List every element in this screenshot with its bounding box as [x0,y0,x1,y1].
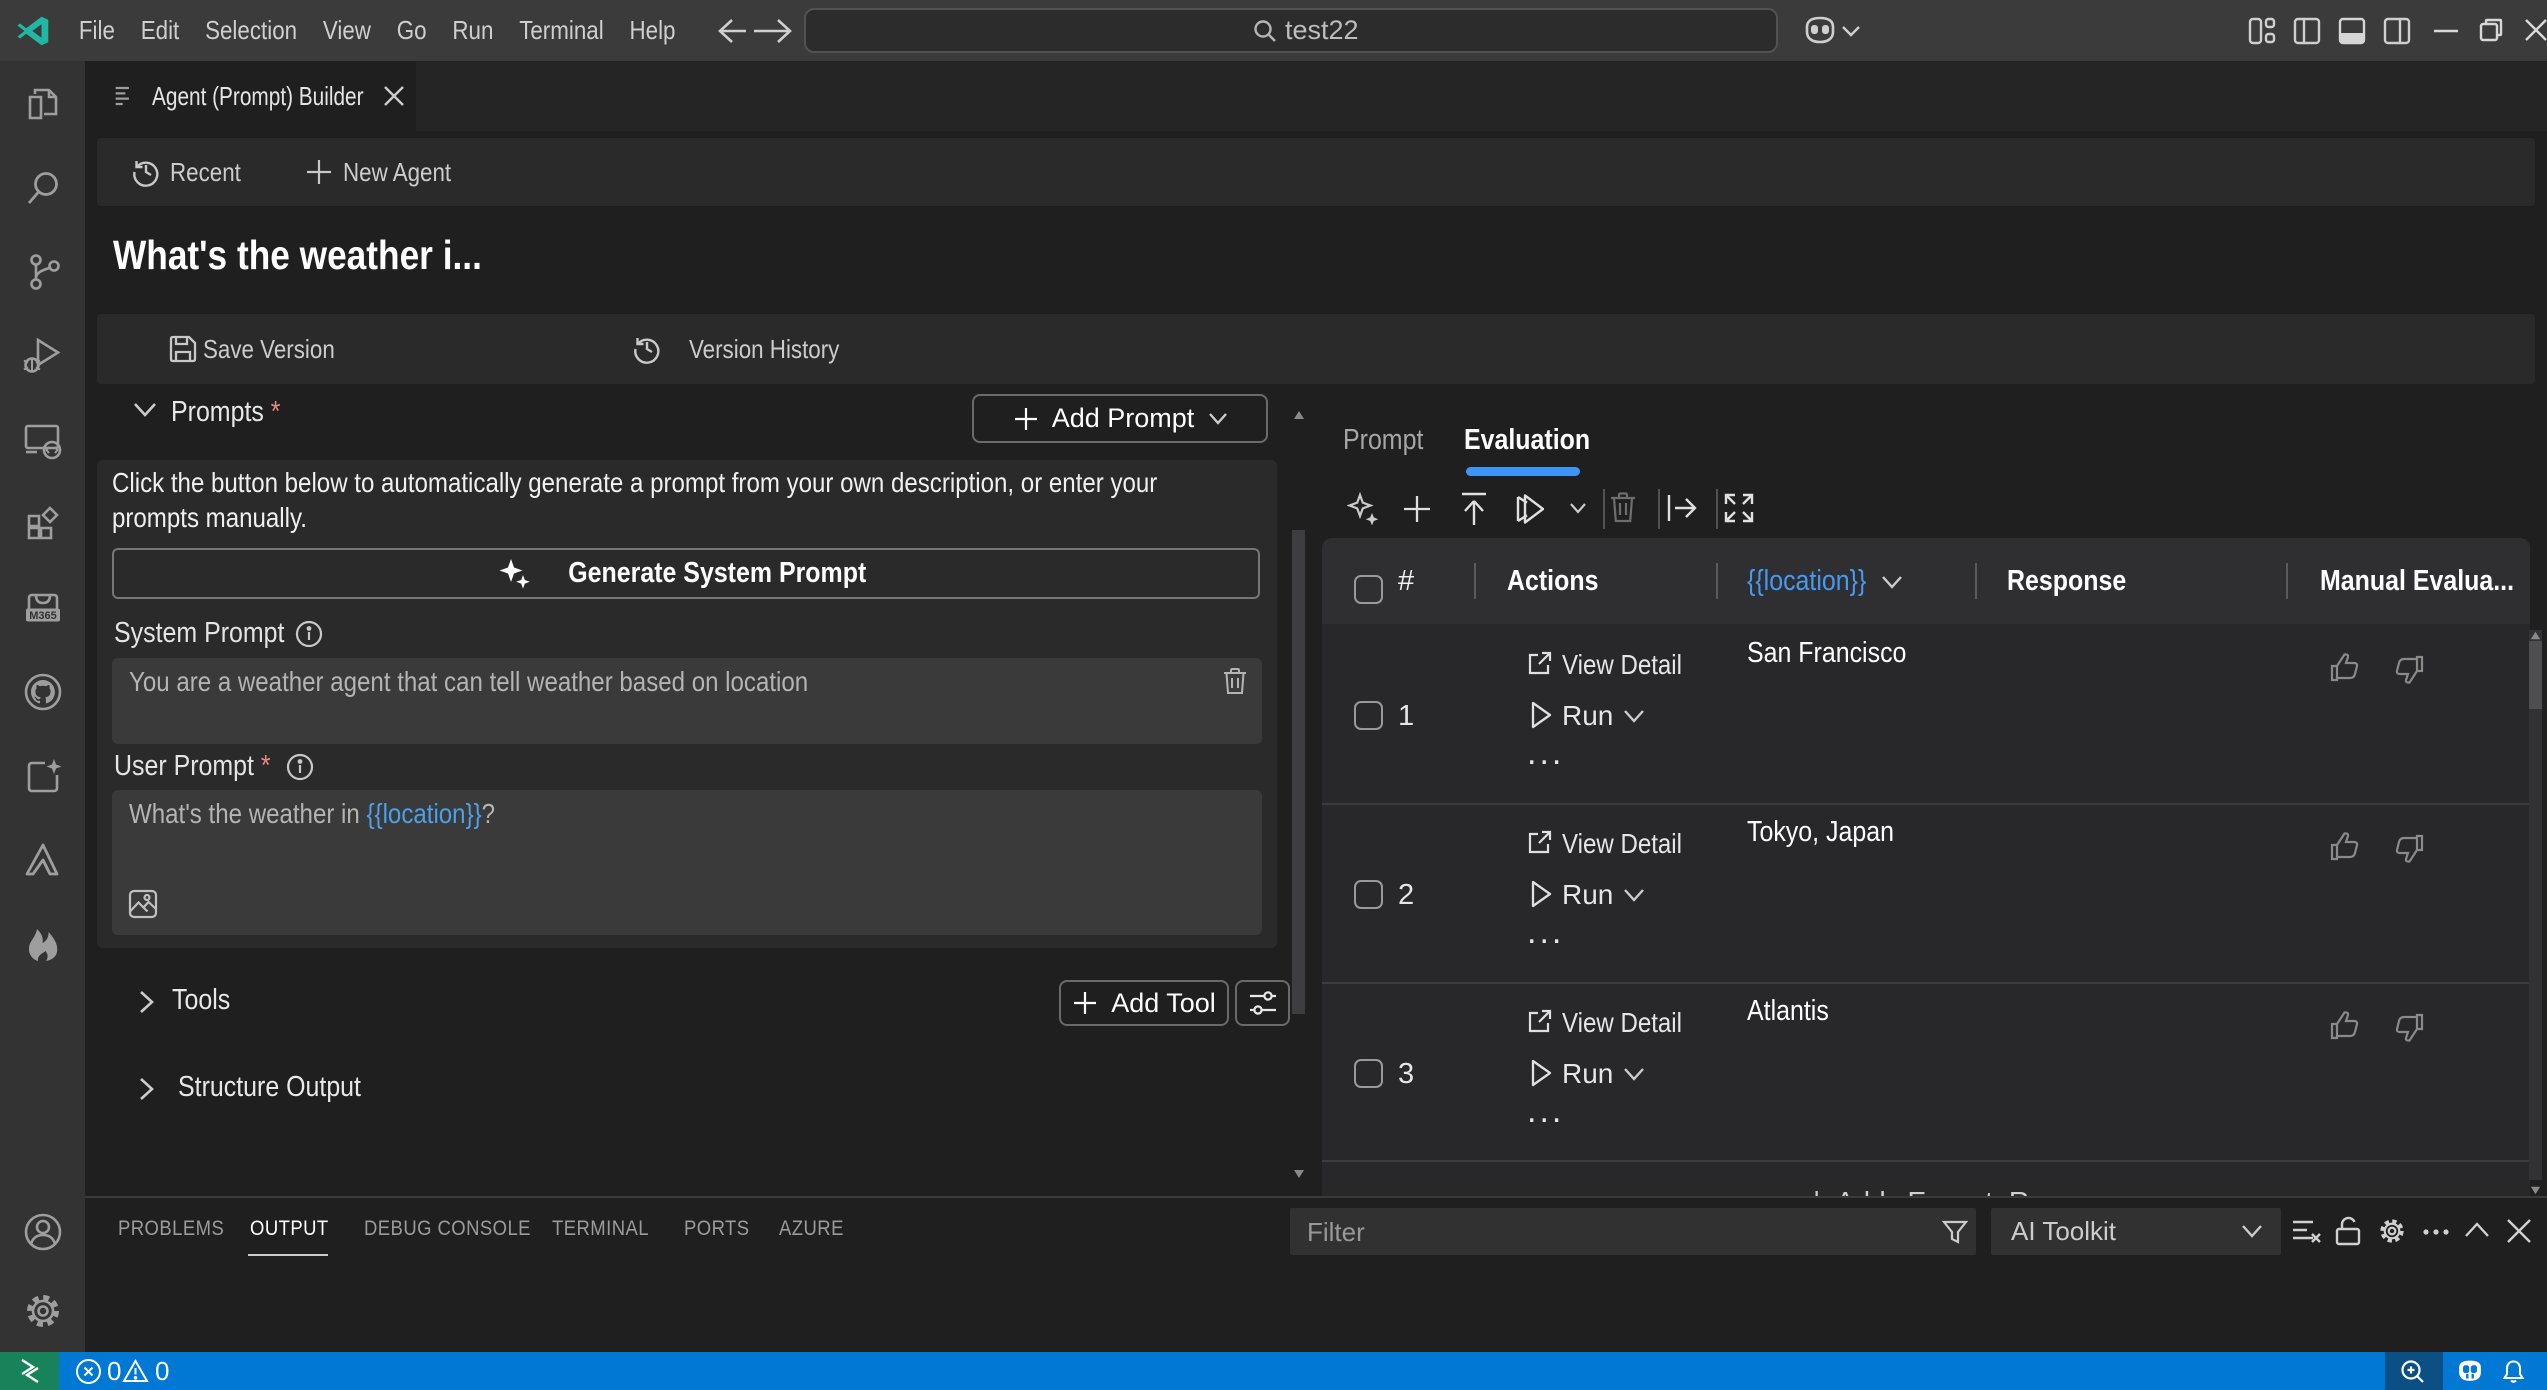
svg-text:M365: M365 [29,610,57,622]
